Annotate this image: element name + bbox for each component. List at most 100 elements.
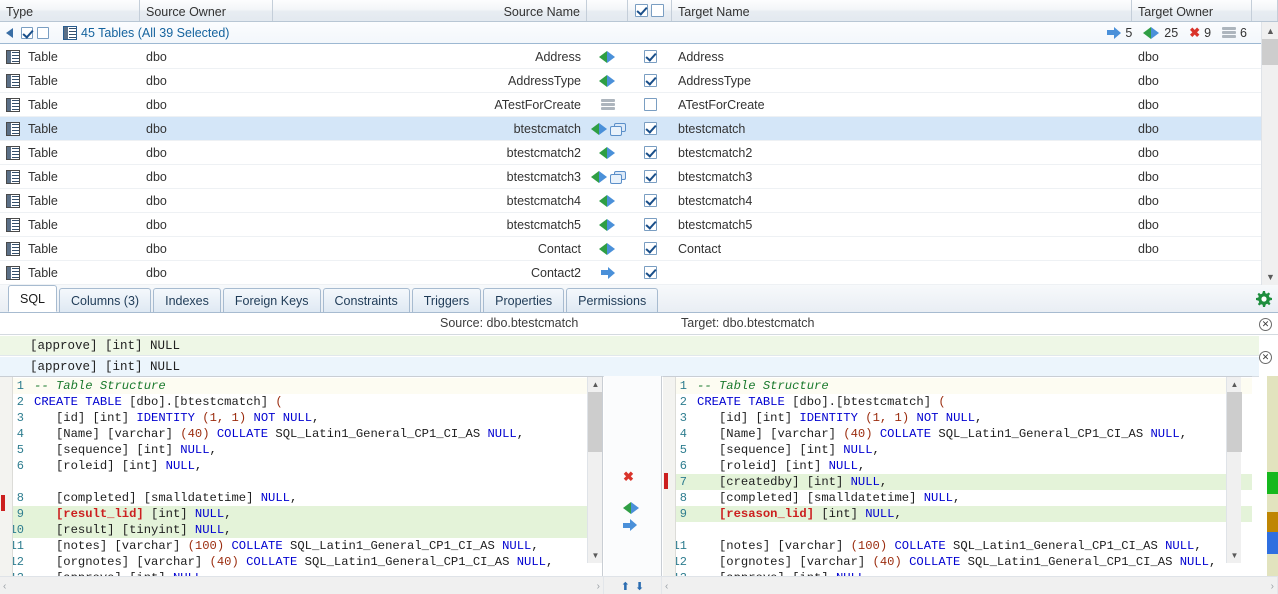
tab-foreign-keys[interactable]: Foreign Keys: [222, 288, 321, 312]
group-deselect-checkbox[interactable]: [37, 26, 49, 39]
source-scroll-up-button[interactable]: ▲: [588, 377, 602, 392]
column-header-direction[interactable]: [587, 0, 628, 21]
cell-direction[interactable]: [587, 69, 628, 93]
bidirectional-icon[interactable]: [623, 502, 640, 514]
diff-action-bidirectional[interactable]: [623, 502, 640, 514]
cell-direction[interactable]: [587, 117, 628, 141]
target-hscroll-left-button[interactable]: ‹: [665, 581, 668, 592]
grid-vertical-scrollbar[interactable]: ▲ ▼: [1261, 22, 1278, 285]
select-all-checkbox[interactable]: [635, 4, 648, 17]
minimap-block[interactable]: [1267, 376, 1278, 472]
target-scroll-down-button[interactable]: ▼: [1227, 548, 1242, 563]
target-horizontal-scrollbar[interactable]: ‹ ›: [662, 577, 1278, 594]
tab-triggers[interactable]: Triggers: [411, 288, 482, 312]
table-row[interactable]: Table dbo btestcmatch btestcmatch dbo: [0, 117, 1261, 141]
bidirectional-icon[interactable]: [599, 146, 616, 159]
source-sql-pane[interactable]: 1 -- Table Structure 2 CREATE TABLE [dbo].[…: [0, 376, 603, 576]
copy-icon[interactable]: [609, 122, 626, 136]
diff-minimap[interactable]: [1267, 376, 1278, 576]
cell-direction[interactable]: [587, 45, 628, 69]
table-row[interactable]: Table dbo btestcmatch5 btestcmatch5 dbo: [0, 213, 1261, 237]
cell-include-checkbox[interactable]: [628, 261, 672, 285]
target-sql-pane[interactable]: 1 -- Table Structure 2 CREATE TABLE [dbo].[…: [663, 376, 1252, 576]
source-hscroll-left-button[interactable]: ‹: [3, 581, 6, 592]
bidirectional-icon[interactable]: [590, 170, 608, 183]
bidirectional-icon[interactable]: [590, 122, 608, 135]
cell-include-checkbox[interactable]: [628, 69, 672, 93]
grid-scroll-down-button[interactable]: ▼: [1262, 268, 1278, 285]
row-include-checkbox[interactable]: [643, 122, 657, 135]
cell-include-checkbox[interactable]: [628, 93, 672, 117]
target-scroll-thumb[interactable]: [1227, 392, 1242, 452]
row-include-checkbox[interactable]: [643, 242, 657, 255]
source-hscroll-right-button[interactable]: ›: [597, 581, 600, 592]
row-include-checkbox[interactable]: [643, 98, 657, 111]
deselect-all-checkbox[interactable]: [651, 4, 664, 17]
row-include-checkbox[interactable]: [643, 266, 657, 279]
row-include-checkbox[interactable]: [643, 218, 657, 231]
copy-icon[interactable]: [609, 170, 626, 184]
cell-include-checkbox[interactable]: [628, 117, 672, 141]
minimap-block[interactable]: [1267, 554, 1278, 576]
source-scroll-down-button[interactable]: ▼: [588, 548, 602, 563]
close-preview-strip-button[interactable]: ✕: [1259, 351, 1272, 364]
cell-include-checkbox[interactable]: [628, 45, 672, 69]
nav-down-icon[interactable]: ⬇: [635, 580, 644, 593]
diff-action-arrow-right[interactable]: [623, 519, 637, 531]
select-all-checkbox-pair[interactable]: [635, 4, 664, 17]
minimap-block[interactable]: [1267, 532, 1278, 554]
column-header-target-name[interactable]: Target Name: [672, 0, 1132, 21]
table-row[interactable]: Table dbo Address Address dbo: [0, 45, 1261, 69]
column-header-target-owner[interactable]: Target Owner: [1132, 0, 1252, 21]
column-header-select-all[interactable]: [628, 0, 672, 21]
tab-permissions[interactable]: Permissions: [566, 288, 659, 312]
table-row[interactable]: Table dbo ATestForCreate ATestForCreate dbo: [0, 93, 1261, 117]
table-row[interactable]: Table dbo Contact Contact dbo: [0, 237, 1261, 261]
cell-include-checkbox[interactable]: [628, 237, 672, 261]
nav-up-icon[interactable]: ⬆: [621, 580, 630, 593]
target-hscroll-right-button[interactable]: ›: [1271, 581, 1274, 592]
tab-indexes[interactable]: Indexes: [153, 288, 221, 312]
table-row[interactable]: Table dbo AddressType AddressType dbo: [0, 69, 1261, 93]
row-include-checkbox[interactable]: [643, 170, 657, 183]
table-row[interactable]: Table dbo btestcmatch3 btestcmatch3 dbo: [0, 165, 1261, 189]
tab-constraints[interactable]: Constraints: [322, 288, 410, 312]
cell-direction[interactable]: [587, 213, 628, 237]
table-row[interactable]: Table dbo btestcmatch4 btestcmatch4 dbo: [0, 189, 1261, 213]
row-include-checkbox[interactable]: [643, 194, 657, 207]
grid-scroll-thumb[interactable]: [1262, 39, 1278, 65]
row-include-checkbox[interactable]: [643, 146, 657, 159]
table-row[interactable]: Table dbo Contact2: [0, 261, 1261, 285]
bidirectional-icon[interactable]: [599, 218, 616, 231]
table-row[interactable]: Table dbo btestcmatch2 btestcmatch2 dbo: [0, 141, 1261, 165]
column-header-source-owner[interactable]: Source Owner: [140, 0, 273, 21]
tab-columns-3[interactable]: Columns (3): [59, 288, 152, 312]
cell-direction[interactable]: [587, 165, 628, 189]
cell-include-checkbox[interactable]: [628, 189, 672, 213]
arrow-right-icon[interactable]: [600, 266, 615, 279]
grid-scroll-up-button[interactable]: ▲: [1262, 22, 1278, 39]
arrow-right-icon[interactable]: [623, 519, 637, 531]
diff-action-x[interactable]: ✖: [623, 470, 634, 483]
tab-sql[interactable]: SQL: [8, 285, 58, 312]
cell-include-checkbox[interactable]: [628, 165, 672, 189]
collapse-triangle-icon[interactable]: [6, 27, 13, 38]
column-header-type[interactable]: Type: [0, 0, 140, 21]
bidirectional-icon[interactable]: [599, 242, 616, 255]
cell-direction[interactable]: [587, 189, 628, 213]
minimap-block[interactable]: [1267, 512, 1278, 532]
bidirectional-icon[interactable]: [599, 50, 616, 63]
group-row-tables[interactable]: 45 Tables (All 39 Selected) 5 25 ✖ 9 6: [0, 22, 1278, 44]
target-pane-scrollbar[interactable]: ▲ ▼: [1226, 377, 1242, 563]
cell-direction[interactable]: [587, 141, 628, 165]
minimap-block[interactable]: [1267, 494, 1278, 512]
close-diff-header-button[interactable]: ✕: [1259, 318, 1272, 331]
row-include-checkbox[interactable]: [643, 50, 657, 63]
cell-direction[interactable]: [587, 261, 628, 285]
cell-include-checkbox[interactable]: [628, 213, 672, 237]
source-scroll-thumb[interactable]: [588, 392, 602, 452]
bidirectional-icon[interactable]: [599, 74, 616, 87]
cell-direction[interactable]: [587, 237, 628, 261]
row-include-checkbox[interactable]: [643, 74, 657, 87]
source-horizontal-scrollbar[interactable]: ‹ ›: [0, 577, 604, 594]
